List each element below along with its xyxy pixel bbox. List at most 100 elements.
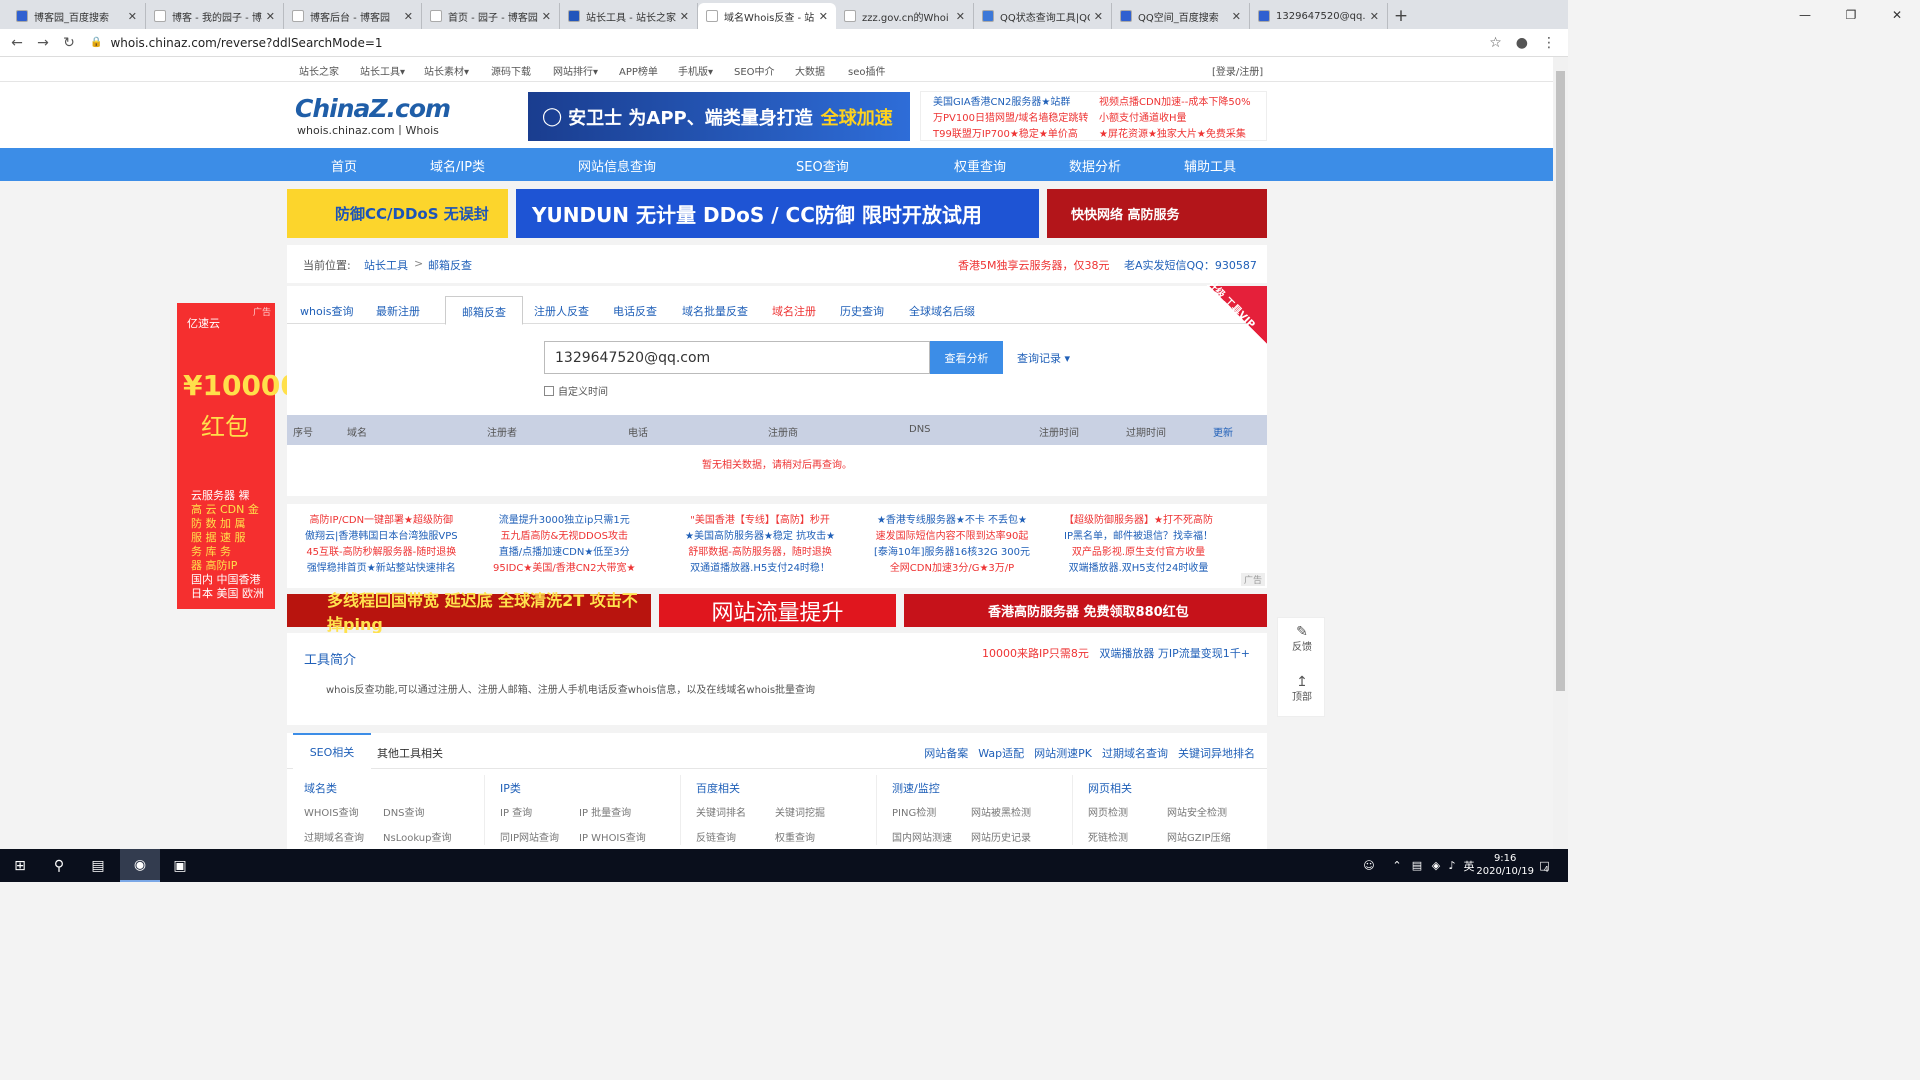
promo-link[interactable]: 老A实发短信QQ：930587 — [1124, 257, 1257, 273]
network-icon[interactable]: ▤ — [1408, 849, 1426, 882]
wifi-icon[interactable]: ◈ — [1428, 849, 1444, 882]
tab-tool[interactable]: whois查询 — [300, 303, 354, 319]
column-header[interactable]: 更新 — [1213, 424, 1233, 439]
topnav-item[interactable]: APP榜单 — [619, 63, 658, 78]
analyze-button[interactable]: 查看分析 — [930, 341, 1003, 374]
windows-start-icon[interactable]: ⊞ — [0, 849, 40, 882]
ad-kuaikuai[interactable]: 快快网络 高防服务 — [1047, 189, 1267, 238]
tab-tool[interactable]: 域名批量反查 — [682, 303, 748, 319]
mainnav-item[interactable]: 数据分析 — [1069, 156, 1121, 175]
tab-seo[interactable]: SEO相关 — [293, 733, 371, 769]
email-search-input[interactable] — [544, 341, 930, 374]
topnav-item[interactable]: 网站排行▾ — [553, 63, 598, 78]
tab-tool[interactable]: 历史查询 — [840, 303, 884, 319]
reload-icon[interactable]: ↻ — [56, 35, 82, 51]
text-ad-link[interactable]: 傲翔云|香港韩国日本台湾独服VPS — [305, 529, 458, 545]
text-ad-link[interactable]: 全网CDN加速3分/G★3万/P — [874, 561, 1030, 577]
breadcrumb-link[interactable]: 站长工具 — [364, 257, 408, 273]
text-ad-link[interactable]: 双端播放器.双H5支付24时收量 — [1064, 561, 1213, 577]
seo-tool-link[interactable]: 国内网站测速 — [892, 829, 952, 844]
ime-indicator[interactable]: 英 — [1462, 849, 1476, 882]
text-ad-line[interactable]: T99联盟万IP700★稳定★单价高 — [933, 127, 1088, 143]
browser-tab[interactable]: 站长工具 - 站长之家 ✕ — [560, 3, 698, 29]
promo-link[interactable]: 10000来路IP只需8元 — [982, 647, 1089, 660]
seo-top-link[interactable]: 过期域名查询 — [1102, 747, 1168, 760]
back-to-top-button[interactable]: ↥ 顶部 — [1278, 674, 1326, 706]
seo-top-link[interactable]: 网站备案 — [924, 747, 968, 760]
feedback-button[interactable]: ✎ 反馈 — [1278, 624, 1326, 656]
text-ad-link[interactable]: ★美国高防服务器★稳定 抗攻击★ — [685, 529, 835, 545]
restore-icon[interactable]: ❐ — [1828, 0, 1874, 29]
tab-close-icon[interactable]: ✕ — [956, 10, 965, 23]
chinaz-logo[interactable]: ChinaZ.com — [295, 94, 451, 123]
tab-close-icon[interactable]: ✕ — [680, 10, 689, 23]
text-ad-link[interactable]: 95IDC★美国/香港CN2大带宽★ — [493, 561, 635, 577]
text-ad-link[interactable]: 强悍稳排首页★新站整站快速排名 — [305, 561, 458, 577]
topnav-item[interactable]: 站长素材▾ — [424, 63, 469, 78]
text-ad-link[interactable]: 速发国际短信内容不限到达率90起 — [874, 529, 1030, 545]
tab-tool[interactable]: 最新注册 — [376, 303, 420, 319]
notification-icon[interactable]: □ 4 — [1532, 849, 1556, 882]
text-ad-line[interactable]: 万PV100日猎网盟/域名墙稳定跳转 — [933, 111, 1088, 127]
tab-close-icon[interactable]: ✕ — [1232, 10, 1241, 23]
ad-hk-server[interactable]: 香港高防服务器 免费领取880红包 — [904, 594, 1267, 627]
browser-tab[interactable]: 博客园_百度搜索 ✕ — [8, 3, 146, 29]
seo-tool-link[interactable]: 网站历史记录 — [971, 829, 1031, 844]
browser-tab[interactable]: 博客后台 - 博客园 ✕ — [284, 3, 422, 29]
browser-tab[interactable]: 首页 - 园子 - 博客园 ✕ — [422, 3, 560, 29]
tab-close-icon[interactable]: ✕ — [1094, 10, 1103, 23]
seo-tool-link[interactable]: 同IP网站查询 — [500, 829, 559, 844]
text-ad-link[interactable]: 流量提升3000独立ip只需1元 — [493, 513, 635, 529]
seo-tool-link[interactable]: IP 批量查询 — [579, 804, 631, 819]
topnav-item[interactable]: 站长工具▾ — [360, 63, 405, 78]
tab-close-icon[interactable]: ✕ — [404, 10, 413, 23]
text-ad-line[interactable]: 美国GIA香港CN2服务器★站群 — [933, 95, 1088, 111]
mainnav-item[interactable]: SEO查询 — [796, 156, 849, 175]
scrollbar-thumb[interactable] — [1556, 71, 1565, 691]
tab-close-icon[interactable]: ✕ — [1370, 10, 1379, 23]
user-tray-icon[interactable]: ☺ — [1360, 849, 1378, 882]
browser-tab[interactable]: QQ空间_百度搜索 ✕ — [1112, 3, 1250, 29]
header-text-ad[interactable]: 美国GIA香港CN2服务器★站群 万PV100日猎网盟/域名墙稳定跳转 T99联盟万… — [920, 91, 1267, 141]
topnav-item[interactable]: SEO中介 — [734, 63, 775, 78]
text-ad-link[interactable]: ★香港专线服务器★不卡 不丢包★ — [874, 513, 1030, 529]
browser-tab[interactable]: QQ状态查询工具|QQ ✕ — [974, 3, 1112, 29]
seo-tool-link[interactable]: 关键词挖掘 — [775, 804, 825, 819]
text-ad-link[interactable]: 五九盾高防&无视DDOS攻击 — [493, 529, 635, 545]
back-icon[interactable]: ← — [4, 35, 30, 51]
seo-tool-link[interactable]: IP 查询 — [500, 804, 532, 819]
ad-yundun[interactable]: YUNDUN 无计量 DDoS / CC防御 限时开放试用 — [516, 189, 1039, 238]
tab-close-icon[interactable]: ✕ — [128, 10, 137, 23]
mainnav-item[interactable]: 网站信息查询 — [578, 156, 656, 175]
taskbar-clock[interactable]: 9:16 2020/10/19 — [1476, 852, 1534, 878]
ad-webshield[interactable]: 防御CC/DDoS 无误封 — [287, 189, 508, 238]
text-ad-link[interactable]: 双通道播放器.H5支付24时稳！ — [685, 561, 835, 577]
topnav-item[interactable]: 源码下载 — [491, 63, 531, 78]
chevron-up-icon[interactable]: ⌃ — [1388, 849, 1406, 882]
seo-tool-link[interactable]: 过期域名查询 — [304, 829, 364, 844]
seo-tool-link[interactable]: 网页检测 — [1088, 804, 1128, 819]
text-ad-link[interactable]: [泰海10年]服务器16核32G 300元 — [874, 545, 1030, 561]
task-view-icon[interactable]: ▤ — [78, 849, 118, 882]
seo-tool-link[interactable]: DNS查询 — [383, 804, 425, 819]
tab-tool[interactable]: 注册人反查 — [534, 303, 589, 319]
text-ad-link[interactable]: 高防IP/CDN一键部署★超级防御 — [305, 513, 458, 529]
text-ad-link[interactable]: 双产品影视.原生支付官方收量 — [1064, 545, 1213, 561]
tab-close-icon[interactable]: ✕ — [819, 10, 828, 23]
text-ad-line[interactable]: 视频点播CDN加速--成本下降50% — [1099, 95, 1251, 111]
mainnav-item[interactable]: 辅助工具 — [1184, 156, 1236, 175]
seo-tool-link[interactable]: 死链检测 — [1088, 829, 1128, 844]
tab-tool[interactable]: 域名注册 — [772, 303, 816, 319]
seo-tool-link[interactable]: IP WHOIS查询 — [579, 829, 646, 844]
seo-tool-link[interactable]: 权重查询 — [775, 829, 815, 844]
seo-tool-link[interactable]: NsLookup查询 — [383, 829, 452, 844]
page-scrollbar[interactable] — [1553, 57, 1568, 849]
seo-tool-link[interactable]: 网站安全检测 — [1167, 804, 1227, 819]
tab-tool[interactable]: 电话反查 — [613, 303, 657, 319]
tab-other-tools[interactable]: 其他工具相关 — [377, 745, 443, 761]
volume-icon[interactable]: ♪ — [1444, 849, 1460, 882]
ad-multiline-bandwidth[interactable]: 多线程回国带宽 延迟底 全球清洗2T 攻击不掉ping — [287, 591, 651, 634]
header-banner-ad[interactable]: ◯ 安卫士 为APP、端类量身打造 全球加速 — [528, 92, 910, 141]
browser-tab[interactable]: 1329647520@qq. ✕ — [1250, 3, 1388, 29]
text-ad-link[interactable]: "美国香港【专线】【高防】秒开 — [685, 513, 835, 529]
